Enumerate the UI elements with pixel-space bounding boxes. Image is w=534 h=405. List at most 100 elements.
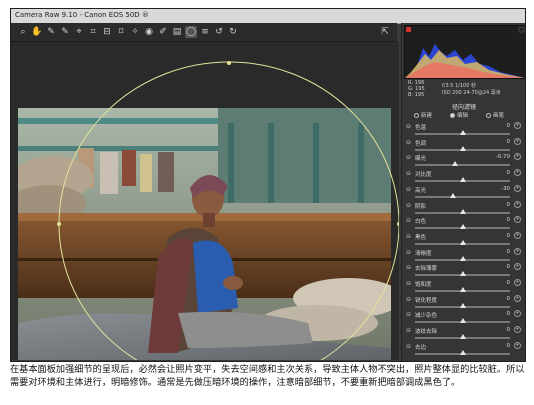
decrement-icon[interactable]: ⊖ (406, 186, 411, 193)
fullscreen-toggle-icon[interactable]: ⇱ (379, 26, 391, 38)
increment-icon[interactable]: + (514, 153, 521, 161)
slider-row: ⊖ 曝光 -0.70 + (406, 153, 524, 170)
mode-radio-1[interactable]: 编辑 (450, 111, 468, 119)
slider-thumb[interactable] (459, 130, 466, 135)
slider-value[interactable]: 0 (507, 280, 511, 286)
slider-value[interactable]: 0 (507, 343, 511, 349)
white-balance-tool-icon[interactable]: ✎ (45, 26, 57, 38)
radio-dot-icon (450, 113, 455, 118)
decrement-icon[interactable]: ⊖ (406, 343, 411, 350)
slider-label: 去边 (415, 344, 427, 351)
slider-row: ⊖ 去边 0 + (406, 341, 524, 359)
toolbar: ⌕ ✋ ✎ ✎ ⌖ ⌗ ⊟ ⌑ ✧ ◉ ✐ ▤ ◯ ≡ ↺ ↻ ⇱ (11, 23, 397, 42)
slider-value[interactable]: 0 (507, 264, 511, 270)
decrement-icon[interactable]: ⊖ (406, 170, 411, 177)
decrement-icon[interactable]: ⊖ (406, 327, 411, 334)
straighten-tool-icon[interactable]: ⊟ (101, 26, 113, 38)
highlight-clipping-icon (518, 26, 525, 33)
adjustment-brush-icon[interactable]: ✐ (157, 26, 169, 38)
decrement-icon[interactable]: ⊖ (406, 264, 411, 271)
slider-track[interactable] (415, 195, 510, 198)
slider-thumb[interactable] (459, 302, 466, 308)
slider-value[interactable]: 0 (507, 249, 511, 255)
slider-thumb[interactable] (459, 271, 466, 277)
slider-track[interactable] (415, 164, 510, 167)
slider-thumb[interactable] (459, 287, 466, 292)
decrement-icon[interactable]: ⊖ (406, 154, 411, 161)
decrement-icon[interactable]: ⊖ (406, 280, 411, 287)
transform-tool-icon[interactable]: ⌑ (115, 26, 127, 38)
slider-thumb[interactable] (459, 239, 466, 245)
slider-thumb[interactable] (459, 255, 466, 261)
slider-value[interactable]: 0 (507, 327, 511, 333)
slider-value[interactable]: 0 (507, 217, 511, 223)
increment-icon[interactable]: + (514, 279, 521, 286)
rotate-cw-icon[interactable]: ↻ (227, 26, 239, 38)
increment-icon[interactable]: + (514, 310, 521, 318)
slider-value[interactable]: 0 (507, 296, 511, 302)
slider-thumb[interactable] (451, 161, 458, 167)
preferences-icon[interactable]: ≡ (199, 26, 211, 38)
mode-radio-2[interactable]: 画笔 (486, 111, 504, 119)
slider-value[interactable]: 0 (507, 202, 511, 208)
increment-icon[interactable]: + (514, 341, 521, 349)
increment-icon[interactable]: + (514, 263, 521, 271)
slider-label: 对比度 (415, 172, 432, 179)
slider-row: ⊖ 白色 0 + (406, 216, 524, 233)
increment-icon[interactable]: + (514, 294, 521, 302)
decrement-icon[interactable]: ⊖ (406, 123, 411, 130)
targeted-adjustment-tool-icon[interactable]: ⌖ (73, 26, 85, 38)
increment-icon[interactable]: + (514, 137, 521, 145)
slider-value[interactable]: 0 (507, 311, 511, 317)
spot-removal-tool-icon[interactable]: ✧ (129, 26, 141, 38)
radial-filter-icon[interactable]: ◯ (185, 26, 197, 38)
decrement-icon[interactable]: ⊖ (406, 233, 411, 240)
slider-label: 阴影 (415, 203, 427, 210)
increment-icon[interactable]: + (514, 122, 521, 129)
increment-icon[interactable]: + (514, 231, 521, 239)
increment-icon[interactable]: + (514, 326, 521, 334)
slider-thumb[interactable] (459, 177, 466, 183)
photo (18, 108, 391, 360)
slider-thumb[interactable] (450, 192, 456, 198)
increment-icon[interactable]: + (514, 169, 521, 177)
slider-thumb[interactable] (459, 145, 466, 151)
slider-thumb[interactable] (459, 349, 466, 355)
mode-radio-0[interactable]: 新建 (414, 111, 432, 119)
mode-label: 画笔 (493, 113, 505, 119)
slider-value[interactable]: 0 (507, 139, 511, 145)
decrement-icon[interactable]: ⊖ (406, 311, 411, 318)
hand-tool-icon[interactable]: ✋ (31, 26, 43, 38)
increment-icon[interactable]: + (514, 184, 521, 192)
slider-thumb[interactable] (459, 208, 466, 214)
decrement-icon[interactable]: ⊖ (406, 139, 411, 146)
slider-value[interactable]: -30 (501, 186, 510, 192)
slider-thumb[interactable] (459, 334, 466, 340)
slider-label: 去除薄雾 (415, 266, 438, 273)
color-sampler-tool-icon[interactable]: ✎ (59, 26, 71, 38)
decrement-icon[interactable]: ⊖ (406, 249, 411, 256)
red-eye-tool-icon[interactable]: ◉ (143, 26, 155, 38)
slider-label: 白色 (415, 219, 427, 226)
slider-value[interactable]: 0 (507, 233, 511, 239)
increment-icon[interactable]: + (514, 200, 521, 208)
decrement-icon[interactable]: ⊖ (406, 296, 411, 303)
image-preview[interactable] (11, 42, 399, 360)
slider-label: 黑色 (415, 234, 427, 241)
increment-icon[interactable]: + (514, 216, 521, 224)
title-bar: Camera Raw 9.10 - Canon EOS 50D ® (11, 9, 525, 24)
slider-thumb[interactable] (459, 224, 466, 230)
decrement-icon[interactable]: ⊖ (406, 202, 411, 209)
zoom-tool-icon[interactable]: ⌕ (17, 26, 29, 38)
graduated-filter-icon[interactable]: ▤ (171, 26, 183, 38)
crop-tool-icon[interactable]: ⌗ (87, 26, 99, 38)
slider-value[interactable]: -0.70 (496, 154, 510, 160)
decrement-icon[interactable]: ⊖ (406, 217, 411, 224)
rotate-ccw-icon[interactable]: ↺ (213, 26, 225, 38)
slider-thumb[interactable] (459, 318, 466, 324)
increment-icon[interactable]: + (514, 247, 521, 255)
slider-row: ⊖ 清晰度 0 + (406, 247, 524, 265)
slider-value[interactable]: 0 (507, 170, 511, 176)
slider-value[interactable]: 0 (507, 123, 511, 129)
slider-row: ⊖ 去除薄雾 0 + (406, 263, 524, 280)
